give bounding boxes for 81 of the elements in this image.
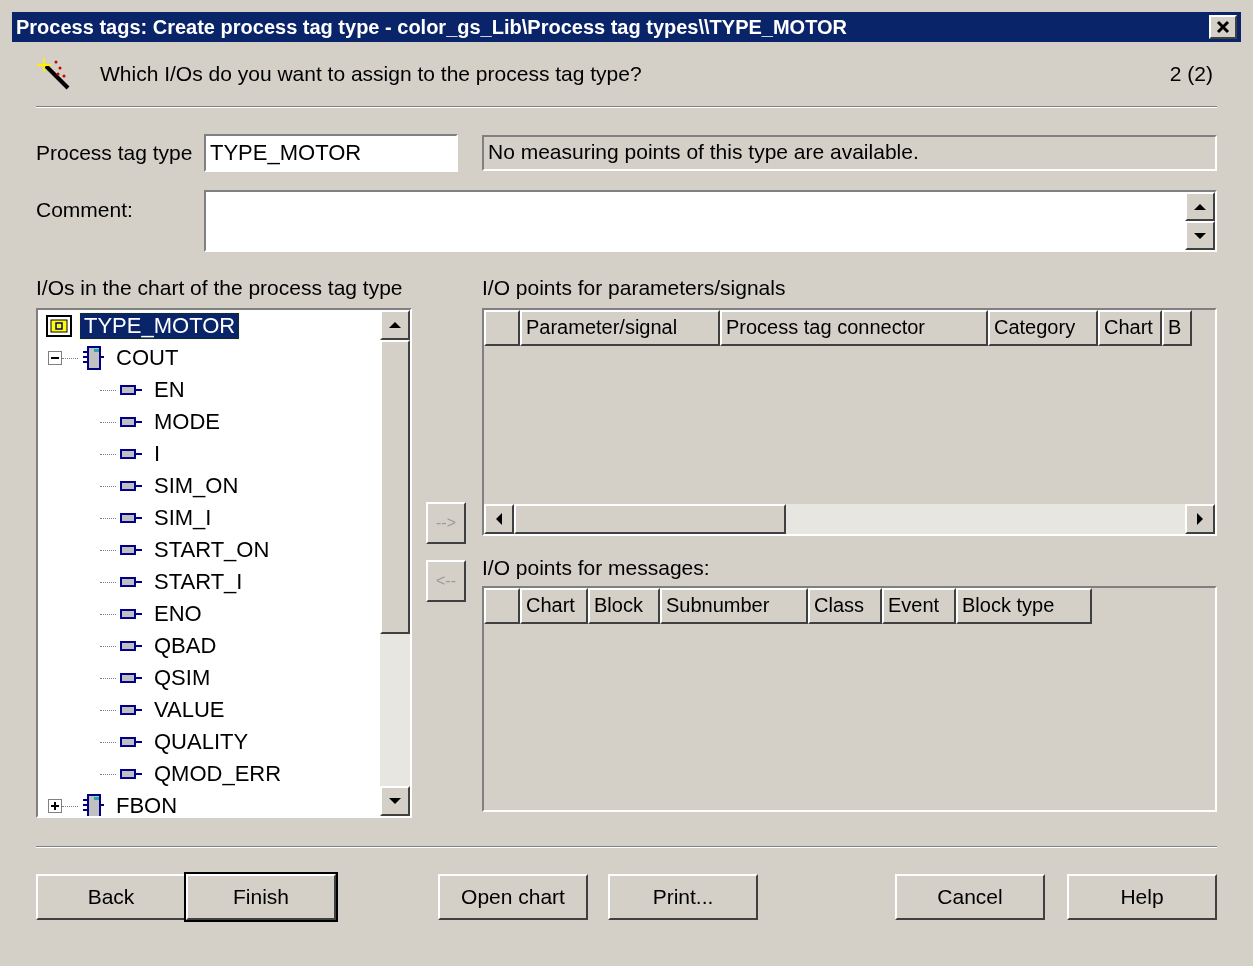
tree-item[interactable]: QMOD_ERR [150,761,286,787]
scroll-up-button[interactable] [1185,192,1215,221]
tree-item[interactable]: MODE [150,409,224,435]
scroll-thumb[interactable] [380,340,410,634]
scroll-thumb[interactable] [514,504,786,534]
window-title: Process tags: Create process tag type - color_gs_Lib\Process tag types\\TYPE_MOTOR [16,15,848,40]
block-icon [82,794,104,816]
tree-item[interactable]: EN [150,377,189,403]
row-header-corner [484,588,520,624]
column-header[interactable]: Block [588,588,660,624]
arrow-icon [1194,232,1206,239]
arrow-icon [389,798,401,804]
connector-icon [120,385,142,395]
row-header-corner [484,310,520,346]
column-header[interactable]: Chart [520,588,588,624]
tree-item[interactable]: ENO [150,601,206,627]
close-button[interactable] [1209,15,1237,39]
connector-icon [120,545,142,555]
tree-item[interactable]: COUT [112,345,183,371]
dialog-button[interactable]: Help [1067,874,1217,920]
connector-icon [120,481,142,491]
block-icon [82,346,104,370]
connector-icon [120,641,142,651]
connector-icon [120,577,142,587]
connector-icon [120,609,142,619]
tree-label: I/Os in the chart of the process tag type [36,275,404,301]
column-header[interactable]: Subnumber [660,588,808,624]
connector-icon [120,449,142,459]
field-label: Process tag type [36,140,194,167]
arrow-icon [496,513,502,525]
field-label: Comment: [36,197,134,223]
tree-item[interactable]: I [150,441,165,467]
dialog-button[interactable]: Cancel [895,874,1045,920]
column-header[interactable]: Class [808,588,882,624]
tree-item[interactable]: FBON [112,793,182,816]
column-header[interactable]: B [1162,310,1192,346]
column-header[interactable]: Block type [956,588,1092,624]
collapse-icon[interactable] [48,351,62,365]
scroll-down-button[interactable] [380,786,410,816]
connector-icon [120,737,142,747]
arrow-icon [1197,513,1203,525]
chart-icon [46,315,72,337]
expand-icon[interactable] [48,799,62,813]
column-header[interactable]: Category [988,310,1098,346]
tree-item[interactable]: QUALITY [150,729,253,755]
scroll-left-button[interactable] [484,504,514,534]
tree-item[interactable]: SIM_I [150,505,216,531]
tree-item[interactable]: QBAD [150,633,221,659]
type-input-field[interactable]: TYPE_MOTOR [204,134,458,172]
scroll-right-button[interactable] [1185,504,1215,534]
arrow-icon [1194,203,1206,210]
tree-item[interactable]: START_ON [150,537,274,563]
dialog-button[interactable]: Back [36,874,186,920]
connector-icon [120,705,142,715]
scroll-up-button[interactable] [380,310,410,340]
column-header[interactable]: Process tag connector [720,310,988,346]
tree-item[interactable]: QSIM [150,665,215,691]
question-text: Which I/Os do you want to assign to the process tag type? [100,61,643,88]
connector-icon [120,769,142,779]
tree-item[interactable]: SIM_ON [150,473,243,499]
dialog-button[interactable]: Open chart [438,874,588,920]
page-counter: 2 (2) [1169,61,1213,88]
tree-item[interactable]: VALUE [150,697,229,723]
scroll-down-button[interactable] [1185,221,1215,250]
connector-icon [120,513,142,523]
dialog-button[interactable]: Print... [608,874,758,920]
magic-wand-icon [36,56,72,92]
table-label: I/O points for messages: [482,555,711,580]
comment-field[interactable] [204,190,1217,252]
table-label: I/O points for parameters/signals [482,275,787,301]
column-header[interactable]: Event [882,588,956,624]
status-text: No measuring points of this type are available. [482,135,1217,171]
tree-item[interactable]: TYPE_MOTOR [80,313,240,339]
tree-item[interactable]: START_I [150,569,247,595]
dialog-button[interactable]: Finish [186,874,336,920]
column-header[interactable]: Parameter/signal [520,310,720,346]
close-icon [1216,20,1230,34]
connector-icon [120,417,142,427]
connector-icon [120,673,142,683]
arrow-icon [389,322,401,328]
column-header[interactable]: Chart [1098,310,1162,346]
